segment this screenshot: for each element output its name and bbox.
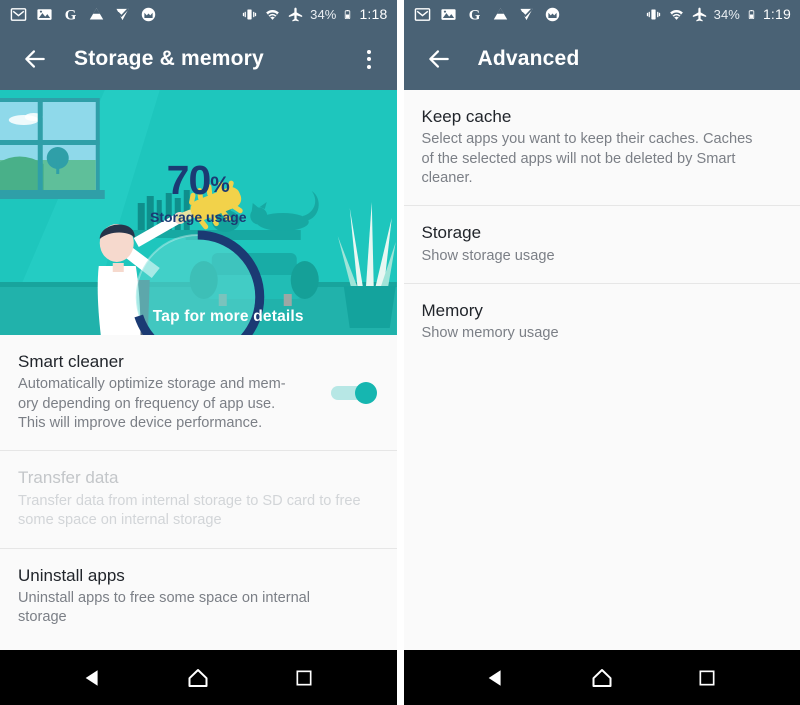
- google-icon: G: [468, 7, 480, 23]
- list-item-subtitle: Show storage usage: [421, 247, 555, 264]
- status-bar-clock: 1:19: [762, 6, 791, 22]
- hero-caption: Tap for more details: [152, 308, 304, 325]
- nav-recents-icon: [699, 670, 715, 685]
- app-bar: Storage & memory: [0, 28, 397, 90]
- svg-text:G: G: [468, 7, 480, 23]
- list-item-keep-cache[interactable]: Keep cache Select apps you want to keep …: [403, 90, 800, 207]
- list-item-text: Storage Show storage usage: [422, 222, 783, 266]
- list-item-text: Memory Show memory usage: [422, 300, 783, 344]
- settings-list: Smart cleaner Automatically optimize sto…: [0, 335, 397, 650]
- back-button[interactable]: [422, 42, 456, 76]
- drive-icon: [493, 7, 507, 19]
- list-item-title: Transfer data: [18, 468, 119, 488]
- storage-usage-hero[interactable]: Tap for more details 70 % Storage usage: [0, 90, 397, 335]
- gmail-icon: [10, 7, 27, 21]
- room-illustration: [0, 90, 397, 335]
- list-item-title: Storage: [421, 223, 482, 243]
- nav-home-button[interactable]: [580, 656, 624, 700]
- phone-screen-advanced: G 34% 1:19 Advanced Keep cache Select ap…: [403, 0, 800, 705]
- nav-home-button[interactable]: [176, 656, 220, 700]
- battery-icon: [345, 9, 351, 19]
- list-item-title: Keep cache: [421, 107, 512, 126]
- nav-recents-button[interactable]: [685, 656, 729, 700]
- vibrate-icon: [242, 9, 257, 19]
- photos-icon: [440, 8, 456, 20]
- nav-recents-button[interactable]: [282, 656, 326, 700]
- list-item-text: Transfer data Transfer data from interna…: [18, 467, 379, 530]
- status-bar: G: [403, 0, 800, 28]
- back-arrow-icon: [25, 50, 45, 68]
- list-item-title: Memory: [421, 301, 483, 321]
- package-icon: [141, 7, 156, 21]
- back-arrow-icon: [428, 50, 449, 68]
- smart-cleaner-toggle[interactable]: [330, 381, 377, 404]
- wifi-icon: [669, 9, 683, 20]
- nav-recents-icon: [296, 670, 312, 685]
- photos-icon: [37, 8, 52, 20]
- airplane-mode-icon: [288, 7, 303, 21]
- overflow-menu-icon: [366, 49, 371, 54]
- status-bar: G: [0, 0, 397, 28]
- list-item-title: Smart cleaner: [18, 352, 124, 371]
- list-item-subtitle: Select apps you want to keep their cache…: [421, 131, 753, 187]
- back-button[interactable]: [18, 42, 52, 76]
- vibrate-icon: [646, 9, 660, 19]
- status-bar-clock: 1:18: [359, 6, 388, 22]
- page-title: Storage & memory: [74, 47, 264, 70]
- nav-home-icon: [592, 668, 612, 687]
- list-item-text: Uninstall apps Uninstall apps to free so…: [18, 565, 379, 628]
- nav-back-icon: [85, 669, 98, 686]
- list-item-text: Smart cleaner Automatically optimize sto…: [18, 351, 331, 433]
- package-icon: [545, 7, 559, 21]
- list-item-storage[interactable]: Storage Show storage usage: [403, 206, 800, 285]
- drive-icon: [89, 7, 104, 19]
- list-item-text: Keep cache Select apps you want to keep …: [422, 106, 783, 188]
- status-bar-system-icons: 34% 1:18: [241, 6, 387, 23]
- navigation-bar: [403, 650, 800, 705]
- list-item-transfer-data: Transfer data Transfer data from interna…: [0, 451, 397, 549]
- overflow-menu-button[interactable]: [353, 42, 385, 76]
- list-item-subtitle: Automatically optimize storage and mem- …: [18, 376, 286, 432]
- status-bar-notification-icons: G: [414, 6, 561, 23]
- page-title: Advanced: [477, 47, 580, 70]
- list-item-uninstall-apps[interactable]: Uninstall apps Uninstall apps to free so…: [0, 548, 397, 645]
- nav-back-icon: [488, 669, 501, 686]
- airplane-mode-icon: [692, 7, 706, 21]
- toggle-knob: [354, 381, 377, 404]
- google-icon: G: [65, 7, 77, 23]
- svg-text:G: G: [65, 7, 77, 23]
- gmail-icon: [414, 7, 430, 21]
- list-item-subtitle: Transfer data from internal storage to S…: [18, 492, 361, 529]
- settings-list: Keep cache Select apps you want to keep …: [403, 90, 800, 650]
- list-item-subtitle: Uninstall apps to free some space on int…: [18, 589, 311, 626]
- wifi-icon: [266, 9, 279, 20]
- list-item-subtitle: Show memory usage: [421, 325, 559, 342]
- battery-percent-label: 34%: [310, 6, 337, 22]
- play-protect-icon: [519, 8, 533, 20]
- play-protect-icon: [116, 8, 129, 20]
- navigation-bar: [0, 650, 397, 705]
- nav-back-button[interactable]: [474, 656, 518, 700]
- phone-screen-storage-memory: G 34% 1:18 Storage & memory Tap for more…: [0, 0, 397, 705]
- status-bar-notification-icons: G: [10, 6, 157, 23]
- list-item-smart-cleaner[interactable]: Smart cleaner Automatically optimize sto…: [0, 335, 397, 452]
- battery-icon: [748, 9, 755, 19]
- screenshot-root: G 34% 1:18 Storage & memory Tap for more…: [0, 0, 800, 705]
- list-item-title: Uninstall apps: [18, 565, 125, 585]
- app-bar: Advanced: [403, 28, 800, 90]
- battery-percent-label: 34%: [713, 6, 740, 22]
- status-bar-system-icons: 34% 1:19: [645, 6, 791, 23]
- nav-home-icon: [188, 668, 208, 687]
- nav-back-button[interactable]: [71, 656, 115, 700]
- list-item-memory[interactable]: Memory Show memory usage: [403, 284, 800, 361]
